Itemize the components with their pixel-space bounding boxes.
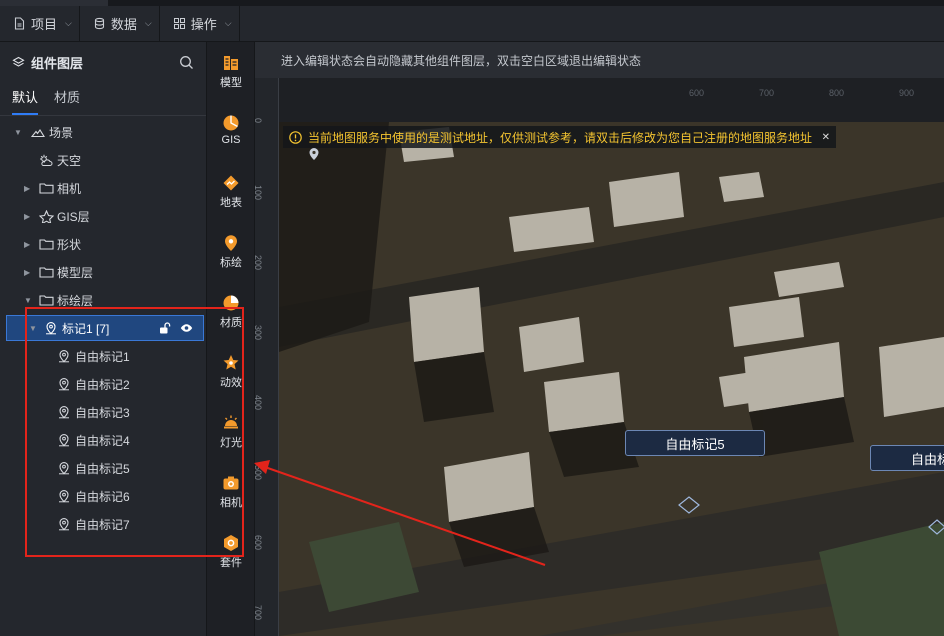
tree-item-gis[interactable]: ▶ GIS层 bbox=[0, 202, 206, 230]
layer-panel-header: 组件图层 bbox=[0, 42, 206, 82]
aerial-scene-image bbox=[279, 122, 944, 636]
menu-divider bbox=[238, 5, 240, 42]
menu-project[interactable]: 项目 ⌵ bbox=[0, 6, 79, 42]
chevron-right-icon[interactable]: ▶ bbox=[24, 212, 34, 221]
panel-title-text: 组件图层 bbox=[31, 55, 84, 71]
component-label: 地表 bbox=[220, 197, 242, 209]
panel-title: 组件图层 bbox=[12, 53, 83, 72]
weather-icon bbox=[38, 152, 54, 168]
chevron-right-icon[interactable]: ▶ bbox=[24, 240, 34, 249]
tree-item-label: 形状 bbox=[57, 237, 82, 252]
menu-operation-label: 操作 bbox=[190, 17, 217, 32]
map-viewport[interactable]: 当前地图服务中使用的是测试地址，仅供测试参考，请双击后修改为您自己注册的地图服务… bbox=[279, 122, 944, 636]
component-plot[interactable]: 标绘 bbox=[207, 234, 255, 270]
tree-item-sky[interactable]: 天空 bbox=[0, 146, 206, 174]
search-icon[interactable] bbox=[179, 55, 194, 70]
ruler-tick-label: 500 bbox=[255, 465, 263, 481]
chevron-down-icon: ⌵ bbox=[224, 18, 232, 28]
ruler-tick-label: 800 bbox=[829, 88, 845, 98]
notice-text: 当前地图服务中使用的是测试地址，仅供测试参考，请双击后修改为您自己注册的地图服务… bbox=[308, 130, 813, 145]
chevron-right-icon[interactable]: ▶ bbox=[24, 268, 34, 277]
tree-item-label: 标绘层 bbox=[57, 293, 94, 308]
folder-icon bbox=[38, 292, 54, 308]
chevron-down-icon: ⌵ bbox=[65, 18, 72, 28]
ruler-tick-label: 200 bbox=[255, 255, 263, 271]
component-gis[interactable]: GIS bbox=[207, 114, 255, 146]
tree-item-label: 场景 bbox=[49, 125, 74, 140]
tree-item-label: GIS层 bbox=[57, 209, 90, 224]
database-icon bbox=[94, 17, 104, 30]
marker-label-text: 自由标 bbox=[911, 451, 944, 467]
tab-material[interactable]: 材质 bbox=[54, 87, 80, 115]
ruler-tick-label: 600 bbox=[689, 88, 705, 98]
ruler-tick-label: 0 bbox=[255, 118, 263, 123]
layer-tabs: 默认 材质 bbox=[0, 82, 206, 116]
tree-item-shape[interactable]: ▶ 形状 bbox=[0, 230, 206, 258]
editor-canvas: 进入编辑状态会自动隐藏其他组件图层，双击空白区域退出编辑状态 600 700 8… bbox=[255, 42, 944, 636]
map-marker-label[interactable]: 自由标记5 bbox=[625, 430, 765, 456]
folder-icon bbox=[38, 264, 54, 280]
chevron-down-icon: ⌵ bbox=[144, 18, 152, 28]
file-icon bbox=[14, 17, 25, 30]
chevron-down-icon[interactable]: ▼ bbox=[14, 128, 24, 137]
gis-icon bbox=[38, 208, 54, 224]
layers-icon bbox=[12, 56, 25, 67]
component-label: 标绘 bbox=[220, 257, 242, 269]
ruler-tick-label: 300 bbox=[255, 325, 263, 341]
component-label: GIS bbox=[221, 134, 241, 146]
location-pin-icon bbox=[225, 235, 237, 251]
component-label: 模型 bbox=[220, 77, 242, 89]
edit-hint-bar: 进入编辑状态会自动隐藏其他组件图层，双击空白区域退出编辑状态 bbox=[255, 42, 944, 78]
menu-bar: 项目 ⌵ 数据 ⌵ 操作 ⌵ bbox=[0, 5, 944, 42]
ruler-tick-label: 900 bbox=[899, 88, 915, 98]
ruler-tick-label: 700 bbox=[759, 88, 775, 98]
map-service-notice: 当前地图服务中使用的是测试地址，仅供测试参考，请双击后修改为您自己注册的地图服务… bbox=[283, 126, 837, 148]
tree-item-label: 模型层 bbox=[57, 265, 94, 280]
chevron-right-icon[interactable]: ▶ bbox=[24, 184, 34, 193]
annotation-highlight-box bbox=[25, 307, 244, 557]
menu-operation[interactable]: 操作 ⌵ bbox=[160, 6, 239, 42]
menu-data[interactable]: 数据 ⌵ bbox=[80, 6, 159, 42]
ruler-tick-label: 400 bbox=[255, 395, 263, 411]
marker-label-text: 自由标记5 bbox=[665, 436, 725, 452]
tree-item-camera[interactable]: ▶ 相机 bbox=[0, 174, 206, 202]
tree-item-label: 相机 bbox=[57, 181, 82, 196]
horizontal-ruler: 600 700 800 900 bbox=[279, 78, 944, 122]
folder-icon bbox=[38, 180, 54, 196]
component-model[interactable]: 模型 bbox=[207, 54, 255, 90]
tree-item-model-layer[interactable]: ▶ 模型层 bbox=[0, 258, 206, 286]
component-terrain[interactable]: 地表 bbox=[207, 174, 255, 210]
ruler-tick-label: 600 bbox=[255, 535, 263, 551]
menu-data-label: 数据 bbox=[110, 17, 137, 32]
terrain-icon bbox=[223, 175, 239, 191]
folder-icon bbox=[38, 236, 54, 252]
vertical-ruler: 0 100 200 300 400 500 600 700 bbox=[255, 78, 279, 636]
edit-hint-text: 进入编辑状态会自动隐藏其他组件图层，双击空白区域退出编辑状态 bbox=[281, 53, 642, 68]
scene-icon bbox=[30, 124, 46, 140]
map-marker-label[interactable]: 自由标 bbox=[870, 445, 944, 471]
map-location-icon bbox=[309, 148, 319, 160]
tab-default[interactable]: 默认 bbox=[12, 87, 39, 115]
gis-globe-icon bbox=[223, 115, 239, 131]
ruler-tick-label: 100 bbox=[255, 185, 263, 201]
ruler-tick-label: 700 bbox=[255, 605, 263, 621]
tree-item-scene[interactable]: ▼ 场景 bbox=[0, 118, 206, 146]
close-icon[interactable]: ✕ bbox=[822, 132, 830, 143]
tree-item-label: 天空 bbox=[57, 153, 82, 168]
warning-icon bbox=[289, 130, 302, 144]
menu-project-label: 项目 bbox=[31, 17, 58, 32]
grid-icon bbox=[173, 18, 185, 29]
chevron-down-icon[interactable]: ▼ bbox=[24, 296, 34, 305]
model-icon bbox=[224, 56, 238, 70]
